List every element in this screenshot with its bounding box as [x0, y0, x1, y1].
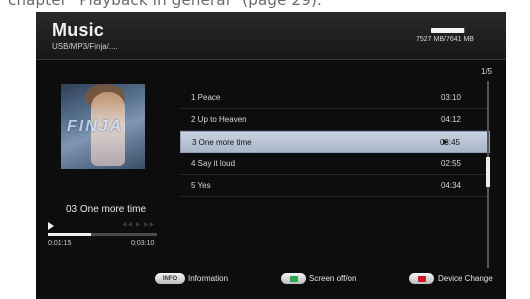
elapsed-time: 0:01:15: [48, 240, 72, 247]
track-list: 1 Peace 03:10 2 Up to Heaven 04:12 3 One mor…: [180, 87, 490, 197]
track-duration: 04:34: [440, 181, 461, 190]
page-title: Music: [52, 20, 105, 40]
breadcrumb: USB/MP3/Finja/....: [52, 42, 118, 51]
track-title: 1 Peace: [191, 93, 221, 102]
storage-bar: [431, 28, 465, 33]
total-time: 0:03:10: [131, 240, 155, 247]
music-player-screen: Music USB/MP3/Finja/.... 7527 MB/7641 MB…: [36, 12, 506, 299]
storage-fill: [431, 28, 465, 33]
red-button-icon: [417, 275, 426, 282]
red-button-label: Device Change: [438, 274, 493, 283]
track-row[interactable]: 5 Yes 04:34: [180, 175, 490, 197]
play-status-icon: [48, 222, 54, 230]
info-button-label: INFO: [162, 275, 178, 282]
storage-text: 7527 MB/7641 MB: [416, 36, 474, 43]
track-duration: 04:12: [440, 115, 461, 124]
red-button[interactable]: [409, 273, 434, 284]
track-duration: 03:45: [439, 138, 460, 147]
album-art: FINJA: [61, 84, 145, 169]
green-button[interactable]: [281, 273, 306, 284]
track-title: 5 Yes: [191, 181, 211, 190]
scrollbar[interactable]: [486, 81, 490, 268]
track-title: 4 Say it loud: [191, 159, 236, 168]
scroll-thumb[interactable]: [486, 157, 490, 187]
track-duration: 02:55: [440, 159, 461, 168]
track-row[interactable]: 1 Peace 03:10: [180, 87, 490, 109]
green-button-icon: [289, 275, 298, 282]
track-row[interactable]: 2 Up to Heaven 04:12: [180, 109, 490, 131]
info-label: Information: [188, 274, 229, 283]
track-title: 3 One more time: [192, 138, 252, 147]
progress-bar[interactable]: [48, 233, 157, 236]
playback-controls-icon: ◀◀ ▶ ▶▶: [122, 222, 156, 228]
page-indicator: 1/5: [481, 67, 493, 76]
info-button[interactable]: INFO: [155, 273, 185, 284]
progress-fill: [48, 233, 91, 236]
header: Music USB/MP3/Finja/.... 7527 MB/7641 MB: [36, 12, 506, 60]
green-button-label: Screen off/on: [309, 274, 357, 283]
now-playing-title: 03 One more time: [65, 204, 147, 215]
track-title: 2 Up to Heaven: [191, 115, 247, 124]
track-row[interactable]: 3 One more time 03:45: [180, 131, 490, 153]
album-art-logo: FINJA: [67, 118, 124, 135]
track-row[interactable]: 4 Say it loud 02:55: [180, 153, 490, 175]
track-duration: 03:10: [440, 93, 461, 102]
